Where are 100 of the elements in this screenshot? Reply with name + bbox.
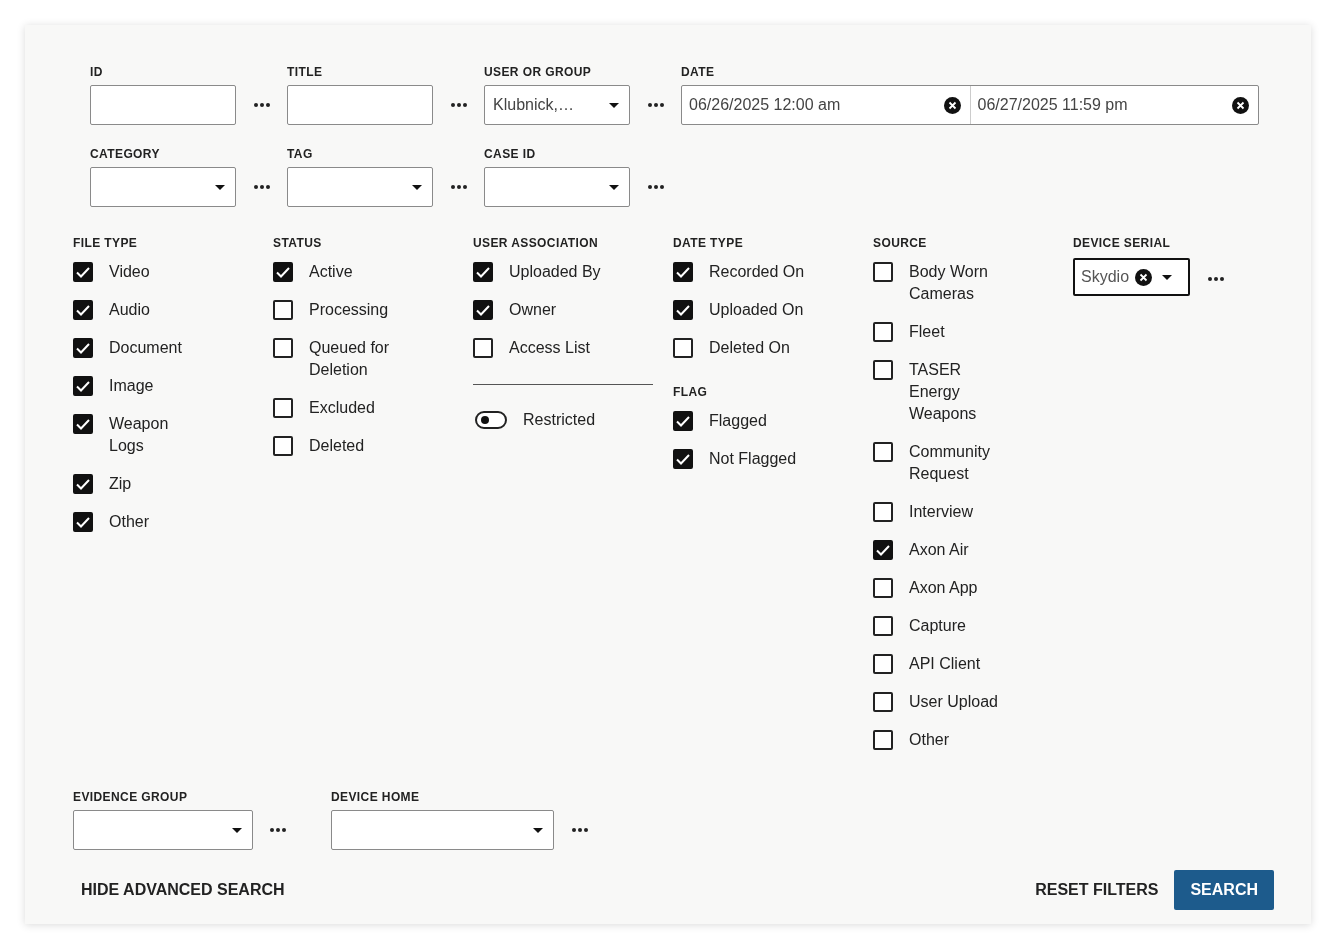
checkbox[interactable] — [873, 262, 893, 282]
dropdown[interactable]: Skydio — [1073, 258, 1190, 296]
caret-icon[interactable] — [609, 184, 619, 190]
caret-icon[interactable] — [412, 184, 422, 190]
toggle-label: Restricted — [523, 410, 597, 430]
date-value: 06/26/2025 12:00 am — [689, 96, 842, 114]
checkbox[interactable] — [873, 322, 893, 342]
checkbox[interactable] — [273, 300, 293, 320]
checkbox-label: Video — [109, 262, 151, 282]
checkbox-label: Community Request — [909, 442, 991, 484]
checkbox[interactable] — [73, 474, 93, 494]
checkbox-label: Document — [109, 338, 183, 358]
checkbox-label: Not Flagged — [709, 449, 798, 469]
checkbox-label: TASER Energy Weapons — [909, 360, 978, 424]
checkbox-label: Interview — [909, 502, 975, 522]
more-icon[interactable] — [571, 828, 589, 832]
field-label: EVIDENCE GROUP — [73, 790, 189, 804]
more-icon[interactable] — [450, 185, 468, 189]
checkbox-label: Other — [909, 730, 950, 750]
checkbox[interactable] — [73, 300, 93, 320]
checkbox[interactable] — [273, 338, 293, 358]
field-label: DEVICE HOME — [331, 790, 421, 804]
checkbox-label: Uploaded By — [509, 262, 602, 282]
checkbox[interactable] — [673, 262, 693, 282]
clear-icon[interactable] — [1232, 96, 1249, 114]
checkbox-label: Zip — [109, 474, 133, 494]
checkbox[interactable] — [873, 360, 893, 380]
date-value: 06/27/2025 11:59 pm — [977, 96, 1129, 114]
dropdown-value: Klubnick,… — [493, 96, 575, 114]
checkbox[interactable] — [273, 436, 293, 456]
hide-advanced-search-button[interactable]: HIDE ADVANCED SEARCH — [65, 871, 301, 909]
checkbox[interactable] — [273, 398, 293, 418]
checkbox[interactable] — [473, 338, 493, 358]
field-label: USER OR GROUP — [484, 65, 593, 79]
text-field[interactable] — [287, 85, 433, 125]
section-heading: USER ASSOCIATION — [473, 236, 600, 250]
checkbox[interactable] — [873, 730, 893, 750]
checkbox[interactable] — [873, 692, 893, 712]
checkbox-label: Queued for Deletion — [309, 338, 391, 380]
caret-icon[interactable] — [1162, 274, 1173, 280]
checkbox-label: Capture — [909, 616, 967, 636]
field-label: TITLE — [287, 65, 324, 79]
checkbox-label: Uploaded On — [709, 300, 805, 320]
more-icon[interactable] — [1207, 276, 1225, 281]
checkbox-label: Owner — [509, 300, 558, 320]
checkbox[interactable] — [473, 262, 493, 282]
toggle-switch[interactable] — [475, 411, 507, 429]
checkbox-label: Axon App — [909, 578, 979, 598]
field-label: CASE ID — [484, 147, 537, 161]
section-heading: DATE TYPE — [673, 236, 745, 250]
checkbox-label: User Upload — [909, 692, 999, 712]
more-icon[interactable] — [253, 185, 271, 189]
caret-icon[interactable] — [609, 102, 619, 108]
checkbox[interactable] — [73, 376, 93, 396]
checkbox-label: Excluded — [309, 398, 376, 418]
text-field[interactable] — [90, 85, 236, 125]
checkbox[interactable] — [873, 442, 893, 462]
search-button[interactable]: SEARCH — [1174, 870, 1274, 910]
more-icon[interactable] — [450, 103, 468, 107]
checkbox-label: Flagged — [709, 411, 768, 431]
section-heading: SOURCE — [873, 236, 928, 250]
checkbox[interactable] — [873, 654, 893, 674]
checkbox-label: Fleet — [909, 322, 946, 342]
checkbox[interactable] — [73, 512, 93, 532]
caret-icon[interactable] — [215, 184, 225, 190]
checkbox-label: Recorded On — [709, 262, 806, 282]
field-label: CATEGORY — [90, 147, 161, 161]
checkbox[interactable] — [473, 300, 493, 320]
checkbox[interactable] — [273, 262, 293, 282]
section-heading: DEVICE SERIAL — [1073, 236, 1172, 250]
checkbox[interactable] — [73, 262, 93, 282]
checkbox-label: Body Worn Cameras — [909, 262, 989, 304]
clear-icon[interactable] — [1135, 268, 1153, 286]
checkbox[interactable] — [673, 449, 693, 469]
date-range-field[interactable]: 06/26/2025 12:00 am 06/27/2025 11:59 pm — [681, 85, 1259, 125]
field-label: DATE — [681, 65, 716, 79]
checkbox[interactable] — [73, 414, 93, 434]
checkbox-label: Deleted — [309, 436, 366, 456]
checkbox[interactable] — [673, 300, 693, 320]
clear-icon[interactable] — [943, 96, 961, 114]
checkbox-label: Processing — [309, 300, 390, 320]
checkbox[interactable] — [873, 502, 893, 522]
more-icon[interactable] — [647, 185, 665, 189]
checkbox-label: Audio — [109, 300, 151, 320]
checkbox[interactable] — [873, 616, 893, 636]
caret-icon[interactable] — [533, 827, 543, 833]
more-icon[interactable] — [647, 103, 665, 107]
caret-icon[interactable] — [232, 827, 242, 833]
checkbox-label: Image — [109, 376, 155, 396]
more-icon[interactable] — [253, 103, 271, 107]
checkbox-label: API Client — [909, 654, 982, 674]
checkbox[interactable] — [73, 338, 93, 358]
reset-filters-button[interactable]: RESET FILTERS — [1019, 871, 1175, 909]
dropdown[interactable]: Klubnick,… — [484, 85, 630, 125]
checkbox[interactable] — [873, 540, 893, 560]
checkbox[interactable] — [673, 411, 693, 431]
checkbox[interactable] — [673, 338, 693, 358]
more-icon[interactable] — [269, 828, 287, 832]
checkbox[interactable] — [873, 578, 893, 598]
checkbox-label: Weapon Logs — [109, 414, 170, 456]
